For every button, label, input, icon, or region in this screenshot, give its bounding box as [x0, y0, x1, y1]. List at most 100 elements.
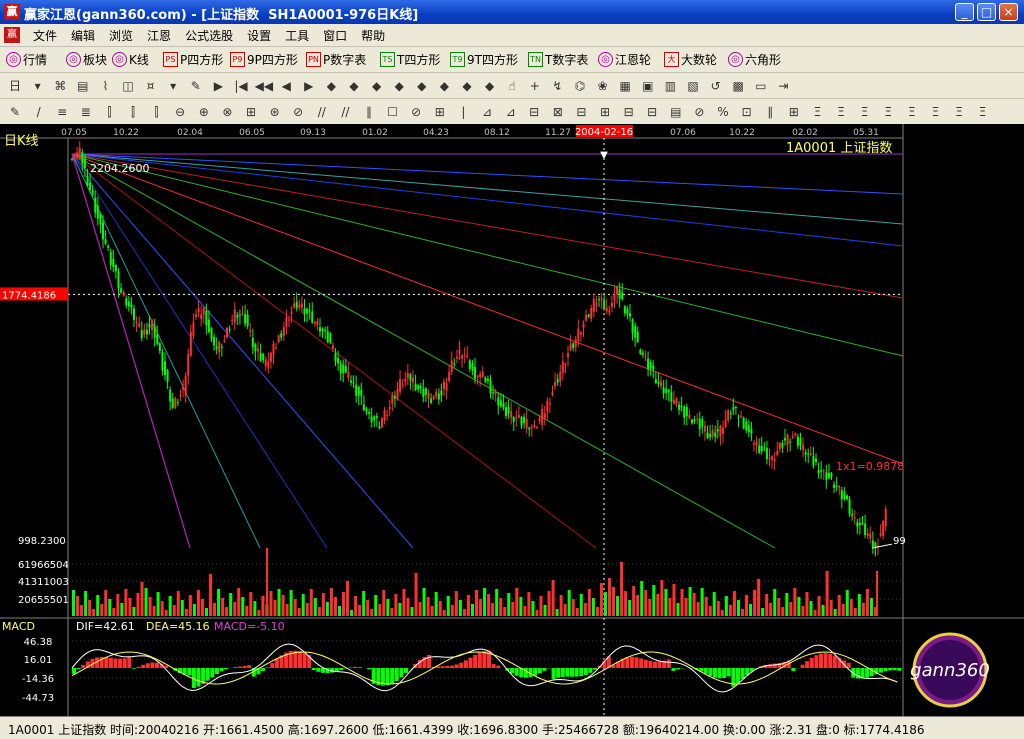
minimize-button[interactable]: _ [955, 3, 974, 21]
draw-tool-5-icon[interactable]: ⫿ [124, 103, 142, 121]
toolbar-ps-button[interactable]: PSP四方形 [163, 51, 223, 68]
nav-tool-28-icon[interactable]: ▣ [639, 77, 657, 95]
toolbar-grid-button[interactable]: ◎行情 [6, 51, 47, 68]
draw-tool-18-icon[interactable]: ⊞ [431, 103, 449, 121]
nav-tool-32-icon[interactable]: ▩ [729, 77, 747, 95]
draw-tool-41-icon[interactable]: Ξ [974, 103, 992, 121]
draw-tool-36-icon[interactable]: Ξ [856, 103, 874, 121]
nav-tool-23-icon[interactable]: + [526, 77, 544, 95]
draw-tool-6-icon[interactable]: ⫿ [148, 103, 166, 121]
nav-tool-3-icon[interactable]: ▤ [74, 77, 92, 95]
draw-tool-32-icon[interactable]: ∥ [761, 103, 779, 121]
draw-tool-26-icon[interactable]: ⊟ [620, 103, 638, 121]
draw-tool-40-icon[interactable]: Ξ [950, 103, 968, 121]
toolbar-t9-button[interactable]: T99T四方形 [450, 51, 518, 68]
nav-tool-29-icon[interactable]: ▥ [661, 77, 679, 95]
nav-tool-25-icon[interactable]: ⌬ [571, 77, 589, 95]
menu-item-8[interactable]: 帮助 [354, 27, 392, 44]
draw-tool-13-icon[interactable]: // [313, 103, 331, 121]
menu-item-6[interactable]: 工具 [278, 27, 316, 44]
nav-tool-14-icon[interactable]: ◆ [322, 77, 340, 95]
toolbar-p9-button[interactable]: P99P四方形 [230, 51, 298, 68]
draw-tool-30-icon[interactable]: % [714, 103, 732, 121]
menu-item-5[interactable]: 设置 [240, 27, 278, 44]
menu-item-7[interactable]: 窗口 [316, 27, 354, 44]
menu-item-0[interactable]: 文件 [26, 27, 64, 44]
toolbar-gann-wheel-button[interactable]: ◎江恩轮 [598, 51, 651, 68]
nav-tool-4-icon[interactable]: ⌇ [96, 77, 114, 95]
nav-tool-19-icon[interactable]: ◆ [435, 77, 453, 95]
draw-tool-19-icon[interactable]: | [454, 103, 472, 121]
kline-chart[interactable]: 07.0510.2202.0406.0509.1301.0204.2308.12… [0, 124, 1024, 716]
draw-tool-3-icon[interactable]: ≣ [77, 103, 95, 121]
nav-tool-2-icon[interactable]: ⌘ [51, 77, 69, 95]
toolbar-ts-button[interactable]: TST四方形 [380, 51, 440, 68]
nav-tool-13-icon[interactable]: ▶ [300, 77, 318, 95]
draw-tool-38-icon[interactable]: Ξ [903, 103, 921, 121]
draw-tool-11-icon[interactable]: ⊛ [266, 103, 284, 121]
menu-item-1[interactable]: 编辑 [64, 27, 102, 44]
nav-tool-9-icon[interactable]: ▶ [209, 77, 227, 95]
maximize-button[interactable]: □ [977, 3, 996, 21]
draw-tool-1-icon[interactable]: / [30, 103, 48, 121]
draw-tool-4-icon[interactable]: ⫿ [100, 103, 118, 121]
draw-tool-34-icon[interactable]: Ξ [808, 103, 826, 121]
nav-tool-0-icon[interactable]: 日 [6, 77, 24, 95]
draw-tool-21-icon[interactable]: ⊿ [502, 103, 520, 121]
draw-tool-12-icon[interactable]: ⊘ [289, 103, 307, 121]
nav-tool-18-icon[interactable]: ◆ [413, 77, 431, 95]
draw-tool-35-icon[interactable]: Ξ [832, 103, 850, 121]
toolbar-blocks-button[interactable]: ◎板块 [66, 51, 107, 68]
draw-tool-29-icon[interactable]: ⊘ [690, 103, 708, 121]
nav-tool-20-icon[interactable]: ◆ [458, 77, 476, 95]
draw-tool-24-icon[interactable]: ⊟ [572, 103, 590, 121]
toolbar-kline-button[interactable]: ◎K线 [112, 51, 149, 68]
nav-tool-1-icon[interactable]: ▾ [29, 77, 47, 95]
nav-tool-12-icon[interactable]: ◀ [277, 77, 295, 95]
nav-tool-24-icon[interactable]: ↯ [548, 77, 566, 95]
draw-tool-9-icon[interactable]: ⊗ [218, 103, 236, 121]
draw-tool-15-icon[interactable]: ∥ [360, 103, 378, 121]
draw-tool-14-icon[interactable]: // [336, 103, 354, 121]
nav-tool-26-icon[interactable]: ❀ [594, 77, 612, 95]
toolbar-big-wheel-button[interactable]: 大大数轮 [664, 51, 717, 68]
nav-tool-22-icon[interactable]: ☝ [503, 77, 521, 95]
draw-tool-39-icon[interactable]: Ξ [926, 103, 944, 121]
nav-tool-17-icon[interactable]: ◆ [390, 77, 408, 95]
menu-item-4[interactable]: 公式选股 [178, 27, 240, 44]
draw-tool-10-icon[interactable]: ⊞ [242, 103, 260, 121]
close-button[interactable]: × [999, 3, 1018, 21]
toolbar-tn-button[interactable]: TNT数字表 [528, 51, 588, 68]
nav-tool-8-icon[interactable]: ✎ [187, 77, 205, 95]
nav-tool-10-icon[interactable]: |◀ [232, 77, 250, 95]
nav-tool-5-icon[interactable]: ◫ [119, 77, 137, 95]
menu-item-3[interactable]: 江恩 [140, 27, 178, 44]
draw-tool-28-icon[interactable]: ▤ [667, 103, 685, 121]
draw-tool-16-icon[interactable]: ☐ [384, 103, 402, 121]
draw-tool-27-icon[interactable]: ⊟ [643, 103, 661, 121]
nav-tool-21-icon[interactable]: ◆ [481, 77, 499, 95]
draw-tool-7-icon[interactable]: ⊖ [171, 103, 189, 121]
draw-tool-2-icon[interactable]: ≡ [53, 103, 71, 121]
menu-item-2[interactable]: 浏览 [102, 27, 140, 44]
nav-tool-30-icon[interactable]: ▧ [684, 77, 702, 95]
draw-tool-22-icon[interactable]: ⊟ [525, 103, 543, 121]
draw-tool-31-icon[interactable]: ⊡ [738, 103, 756, 121]
draw-tool-8-icon[interactable]: ⊕ [195, 103, 213, 121]
draw-tool-33-icon[interactable]: ⊞ [785, 103, 803, 121]
nav-tool-34-icon[interactable]: ⇥ [774, 77, 792, 95]
draw-tool-25-icon[interactable]: ⊞ [596, 103, 614, 121]
toolbar-hexagon-button[interactable]: ◎六角形 [728, 51, 781, 68]
nav-tool-16-icon[interactable]: ◆ [368, 77, 386, 95]
draw-tool-37-icon[interactable]: Ξ [879, 103, 897, 121]
nav-tool-31-icon[interactable]: ↺ [707, 77, 725, 95]
draw-tool-0-icon[interactable]: ✎ [6, 103, 24, 121]
draw-tool-17-icon[interactable]: ⊘ [407, 103, 425, 121]
nav-tool-7-icon[interactable]: ▾ [164, 77, 182, 95]
nav-tool-6-icon[interactable]: ¤ [142, 77, 160, 95]
nav-tool-11-icon[interactable]: ◀◀ [255, 77, 273, 95]
draw-tool-20-icon[interactable]: ⊿ [478, 103, 496, 121]
nav-tool-15-icon[interactable]: ◆ [345, 77, 363, 95]
toolbar-pn-button[interactable]: PNP数字表 [306, 51, 366, 68]
nav-tool-27-icon[interactable]: ▦ [616, 77, 634, 95]
